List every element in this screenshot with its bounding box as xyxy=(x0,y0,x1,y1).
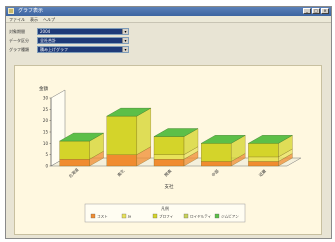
filter-row-type: グラフ種類 積み上げグラフ ▾ xyxy=(9,46,129,53)
legend-entry: プロフィ xyxy=(159,214,173,219)
legend-entry: ロイヤルティ xyxy=(190,214,211,219)
category-select-value: 全社合計 xyxy=(40,38,56,43)
close-button[interactable]: × xyxy=(321,8,329,14)
y-axis-label: 金額 xyxy=(39,85,48,92)
filter-row-category: データ区分 全社合計 ▾ xyxy=(9,37,129,44)
menu-file[interactable]: ファイル xyxy=(9,17,25,22)
bar-segment xyxy=(153,136,185,155)
maximize-button[interactable]: □ xyxy=(312,8,320,14)
filter-label-type: グラフ種類 xyxy=(9,47,29,52)
y-tick-label: 25 xyxy=(43,107,49,112)
filter-row-period: 対象期間 2004 ▾ xyxy=(9,28,129,35)
bar-segment xyxy=(201,161,232,167)
chart-panel: 30 25 20 15 10 5 0 金額北海道 東北 関東 中部 近畿支社凡例コスト Ja プロフィ ロイ… xyxy=(14,65,322,235)
x-tick-label: 東北 xyxy=(115,168,125,178)
chevron-down-icon[interactable]: ▾ xyxy=(122,38,128,43)
filter-label-period: 対象期間 xyxy=(9,29,25,34)
x-axis-label: 支社 xyxy=(165,183,174,190)
y-tick-label: 0 xyxy=(45,164,48,169)
bar-segment xyxy=(106,154,137,167)
app-icon xyxy=(8,8,14,14)
title-bar[interactable]: グラフ表示 _ □ × xyxy=(6,7,331,16)
menu-view[interactable]: 表示 xyxy=(30,17,38,22)
chevron-down-icon[interactable]: ▾ xyxy=(122,29,128,34)
legend-entry: ジムビアン xyxy=(221,214,239,219)
bar-segment xyxy=(153,159,185,167)
period-select[interactable]: 2004 ▾ xyxy=(37,28,129,35)
stacked-bar-chart: 30 25 20 15 10 5 0 金額北海道 東北 関東 中部 近畿支社凡例コスト Ja プロフィ ロイ… xyxy=(39,85,302,223)
x-tick-label: 中部 xyxy=(210,168,220,178)
filter-label-category: データ区分 xyxy=(9,38,29,43)
x-tick-label: 関東 xyxy=(163,168,173,178)
x-tick-label: 近畿 xyxy=(257,168,267,178)
y-tick-label: 30 xyxy=(43,96,49,101)
period-select-value: 2004 xyxy=(40,29,51,34)
y-tick-label: 10 xyxy=(43,141,49,146)
legend-swatch xyxy=(90,213,96,219)
legend-entry: Ja xyxy=(127,215,131,219)
chevron-down-icon[interactable]: ▾ xyxy=(122,47,128,52)
minimize-button[interactable]: _ xyxy=(303,8,311,14)
bar-segment xyxy=(59,140,90,160)
legend-swatch xyxy=(183,213,189,219)
legend-swatch xyxy=(214,213,220,219)
legend-swatch xyxy=(121,213,127,219)
chart-type-select-value: 積み上げグラフ xyxy=(40,47,68,52)
bar-segment xyxy=(248,143,279,158)
chart-type-select[interactable]: 積み上げグラフ ▾ xyxy=(37,46,129,53)
category-select[interactable]: 全社合計 ▾ xyxy=(37,37,129,44)
filter-form: 対象期間 2004 ▾ データ区分 全社合計 ▾ グラフ種類 積み上げグラフ ▾ xyxy=(6,24,331,64)
bar-segment xyxy=(153,154,185,160)
bar-segment xyxy=(248,156,279,162)
menu-bar: ファイル 表示 ヘルプ xyxy=(6,16,331,23)
y-tick-label: 5 xyxy=(45,152,48,157)
app-window: グラフ表示 _ □ × ファイル 表示 ヘルプ 対象期間 2004 ▾ データ区… xyxy=(5,6,332,239)
legend-swatch xyxy=(152,213,158,219)
y-tick-label: 20 xyxy=(43,118,49,123)
legend-title: 凡例 xyxy=(161,205,169,211)
legend-entry: コスト xyxy=(97,214,108,219)
menu-help[interactable]: ヘルプ xyxy=(43,17,55,22)
x-tick-label: 北海道 xyxy=(67,166,80,179)
bar-segment xyxy=(201,143,232,162)
bar-segment xyxy=(248,161,279,167)
bar-segment xyxy=(106,115,137,155)
window-title: グラフ表示 xyxy=(18,8,44,14)
bar-segment xyxy=(59,159,90,167)
y-tick-label: 15 xyxy=(43,130,49,135)
